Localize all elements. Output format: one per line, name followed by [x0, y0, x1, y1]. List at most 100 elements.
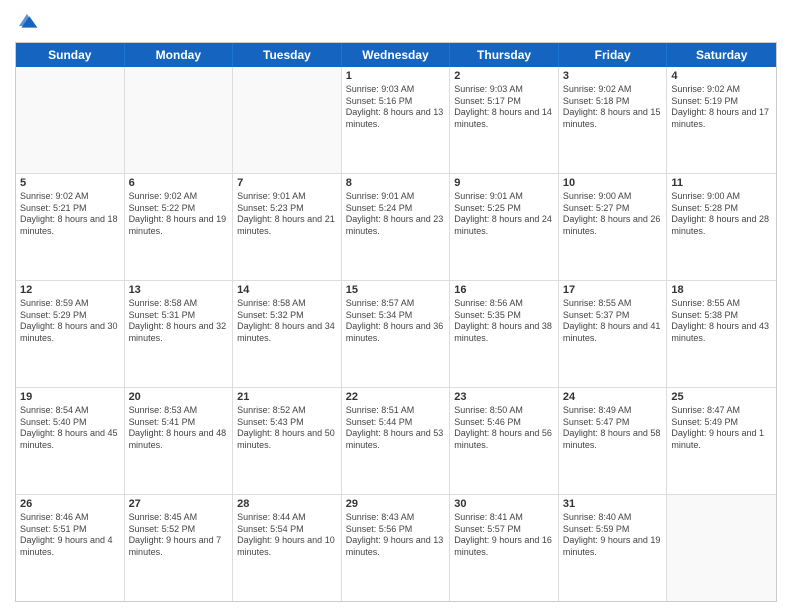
calendar-row: 5Sunrise: 9:02 AM Sunset: 5:21 PM Daylig… [16, 174, 776, 281]
calendar-cell: 3 Sunrise: 9:02 AM Sunset: 5:18 PM Daylig… [559, 67, 668, 173]
calendar-cell: 6 Sunrise: 9:02 AM Sunset: 5:22 PM Daylig… [125, 174, 234, 280]
calendar-row: 19 Sunrise: 8:54 AM Sunset: 5:40 PM Dayli… [16, 388, 776, 495]
calendar-cell: 23 Sunrise: 8:50 AM Sunset: 5:46 PM Dayli… [450, 388, 559, 494]
cell-info: Sunrise: 9:02 AM Sunset: 5:19 PM Dayligh… [671, 84, 772, 131]
calendar-cell: 17 Sunrise: 8:55 AM Sunset: 5:37 PM Dayli… [559, 281, 668, 387]
day-number: 31 [563, 498, 663, 510]
cell-info: Sunrise: 9:00 AM Sunset: 5:27 PM Dayligh… [563, 191, 663, 238]
calendar-cell: 14Sunrise: 8:58 AM Sunset: 5:32 PM Dayli… [233, 281, 342, 387]
calendar-cell: 26 Sunrise: 8:46 AM Sunset: 5:51 PM Dayli… [16, 495, 125, 601]
day-number: 17 [563, 284, 663, 296]
cell-info: Sunrise: 8:54 AM Sunset: 5:40 PM Dayligh… [20, 405, 120, 452]
weekday-header: Saturday [667, 43, 776, 67]
calendar-cell: 24 Sunrise: 8:49 AM Sunset: 5:47 PM Dayli… [559, 388, 668, 494]
calendar-cell: 29 Sunrise: 8:43 AM Sunset: 5:56 PM Dayli… [342, 495, 451, 601]
day-number: 15 [346, 284, 446, 296]
logo-icon [15, 10, 39, 34]
cell-info: Sunrise: 9:01 AM Sunset: 5:24 PM Dayligh… [346, 191, 446, 238]
page: SundayMondayTuesdayWednesdayThursdayFrid… [0, 0, 792, 612]
cell-info: Sunrise: 8:55 AM Sunset: 5:38 PM Dayligh… [671, 298, 772, 345]
cell-info: Sunrise: 9:03 AM Sunset: 5:16 PM Dayligh… [346, 84, 446, 131]
cell-info: Sunrise: 9:02 AM Sunset: 5:21 PM Dayligh… [20, 191, 120, 238]
day-number: 16 [454, 284, 554, 296]
calendar-cell [125, 67, 234, 173]
calendar-cell: 25 Sunrise: 8:47 AM Sunset: 5:49 PM Dayli… [667, 388, 776, 494]
calendar-cell: 7 Sunrise: 9:01 AM Sunset: 5:23 PM Daylig… [233, 174, 342, 280]
day-number: 2 [454, 70, 554, 82]
day-number: 26 [20, 498, 120, 510]
calendar-cell: 31 Sunrise: 8:40 AM Sunset: 5:59 PM Dayli… [559, 495, 668, 601]
calendar-row: 1 Sunrise: 9:03 AM Sunset: 5:16 PM Daylig… [16, 67, 776, 174]
calendar-cell: 16 Sunrise: 8:56 AM Sunset: 5:35 PM Dayli… [450, 281, 559, 387]
calendar-cell: 1 Sunrise: 9:03 AM Sunset: 5:16 PM Daylig… [342, 67, 451, 173]
calendar-cell: 19 Sunrise: 8:54 AM Sunset: 5:40 PM Dayli… [16, 388, 125, 494]
day-number: 12 [20, 284, 120, 296]
day-number: 30 [454, 498, 554, 510]
calendar-cell [233, 67, 342, 173]
calendar-cell: 27Sunrise: 8:45 AM Sunset: 5:52 PM Dayli… [125, 495, 234, 601]
calendar-cell: 9 Sunrise: 9:01 AM Sunset: 5:25 PM Daylig… [450, 174, 559, 280]
calendar-cell [16, 67, 125, 173]
cell-info: Sunrise: 8:51 AM Sunset: 5:44 PM Dayligh… [346, 405, 446, 452]
day-number: 3 [563, 70, 663, 82]
day-number: 21 [237, 391, 337, 403]
day-number: 24 [563, 391, 663, 403]
day-number: 1 [346, 70, 446, 82]
cell-info: Sunrise: 8:59 AM Sunset: 5:29 PM Dayligh… [20, 298, 120, 345]
cell-info: Sunrise: 8:55 AM Sunset: 5:37 PM Dayligh… [563, 298, 663, 345]
calendar-cell: 15 Sunrise: 8:57 AM Sunset: 5:34 PM Dayli… [342, 281, 451, 387]
cell-info: Sunrise: 8:46 AM Sunset: 5:51 PM Dayligh… [20, 512, 120, 559]
calendar-cell: 4 Sunrise: 9:02 AM Sunset: 5:19 PM Daylig… [667, 67, 776, 173]
cell-info: Sunrise: 9:03 AM Sunset: 5:17 PM Dayligh… [454, 84, 554, 131]
cell-info: Sunrise: 8:52 AM Sunset: 5:43 PM Dayligh… [237, 405, 337, 452]
cell-info: Sunrise: 8:57 AM Sunset: 5:34 PM Dayligh… [346, 298, 446, 345]
calendar-cell: 12 Sunrise: 8:59 AM Sunset: 5:29 PM Dayli… [16, 281, 125, 387]
weekday-header: Friday [559, 43, 668, 67]
calendar-cell: 21 Sunrise: 8:52 AM Sunset: 5:43 PM Dayli… [233, 388, 342, 494]
cell-info: Sunrise: 9:01 AM Sunset: 5:23 PM Dayligh… [237, 191, 337, 238]
cell-info: Sunrise: 8:47 AM Sunset: 5:49 PM Dayligh… [671, 405, 772, 452]
calendar-cell: 30 Sunrise: 8:41 AM Sunset: 5:57 PM Dayli… [450, 495, 559, 601]
cell-info: Sunrise: 8:40 AM Sunset: 5:59 PM Dayligh… [563, 512, 663, 559]
calendar: SundayMondayTuesdayWednesdayThursdayFrid… [15, 42, 777, 602]
day-number: 25 [671, 391, 772, 403]
day-number: 10 [563, 177, 663, 189]
day-number: 23 [454, 391, 554, 403]
calendar-body: 1 Sunrise: 9:03 AM Sunset: 5:16 PM Daylig… [16, 67, 776, 601]
weekday-header: Tuesday [233, 43, 342, 67]
header [15, 10, 777, 34]
day-number: 19 [20, 391, 120, 403]
cell-info: Sunrise: 8:58 AM Sunset: 5:31 PM Dayligh… [129, 298, 229, 345]
day-number: 11 [671, 177, 772, 189]
cell-info: Sunrise: 8:41 AM Sunset: 5:57 PM Dayligh… [454, 512, 554, 559]
calendar-cell: 13Sunrise: 8:58 AM Sunset: 5:31 PM Dayli… [125, 281, 234, 387]
calendar-header: SundayMondayTuesdayWednesdayThursdayFrid… [16, 43, 776, 67]
day-number: 6 [129, 177, 229, 189]
day-number: 29 [346, 498, 446, 510]
cell-info: Sunrise: 8:43 AM Sunset: 5:56 PM Dayligh… [346, 512, 446, 559]
day-number: 27 [129, 498, 229, 510]
day-number: 7 [237, 177, 337, 189]
cell-info: Sunrise: 9:02 AM Sunset: 5:18 PM Dayligh… [563, 84, 663, 131]
day-number: 20 [129, 391, 229, 403]
weekday-header: Sunday [16, 43, 125, 67]
cell-info: Sunrise: 9:02 AM Sunset: 5:22 PM Dayligh… [129, 191, 229, 238]
cell-info: Sunrise: 9:01 AM Sunset: 5:25 PM Dayligh… [454, 191, 554, 238]
calendar-row: 12 Sunrise: 8:59 AM Sunset: 5:29 PM Dayli… [16, 281, 776, 388]
day-number: 22 [346, 391, 446, 403]
day-number: 8 [346, 177, 446, 189]
cell-info: Sunrise: 8:58 AM Sunset: 5:32 PM Dayligh… [237, 298, 337, 345]
calendar-row: 26 Sunrise: 8:46 AM Sunset: 5:51 PM Dayli… [16, 495, 776, 601]
cell-info: Sunrise: 9:00 AM Sunset: 5:28 PM Dayligh… [671, 191, 772, 238]
calendar-cell: 2 Sunrise: 9:03 AM Sunset: 5:17 PM Daylig… [450, 67, 559, 173]
cell-info: Sunrise: 8:44 AM Sunset: 5:54 PM Dayligh… [237, 512, 337, 559]
day-number: 18 [671, 284, 772, 296]
cell-info: Sunrise: 8:49 AM Sunset: 5:47 PM Dayligh… [563, 405, 663, 452]
calendar-cell: 8 Sunrise: 9:01 AM Sunset: 5:24 PM Daylig… [342, 174, 451, 280]
calendar-cell: 10 Sunrise: 9:00 AM Sunset: 5:27 PM Dayli… [559, 174, 668, 280]
cell-info: Sunrise: 8:56 AM Sunset: 5:35 PM Dayligh… [454, 298, 554, 345]
cell-info: Sunrise: 8:50 AM Sunset: 5:46 PM Dayligh… [454, 405, 554, 452]
day-number: 9 [454, 177, 554, 189]
logo [15, 10, 43, 34]
day-number: 4 [671, 70, 772, 82]
